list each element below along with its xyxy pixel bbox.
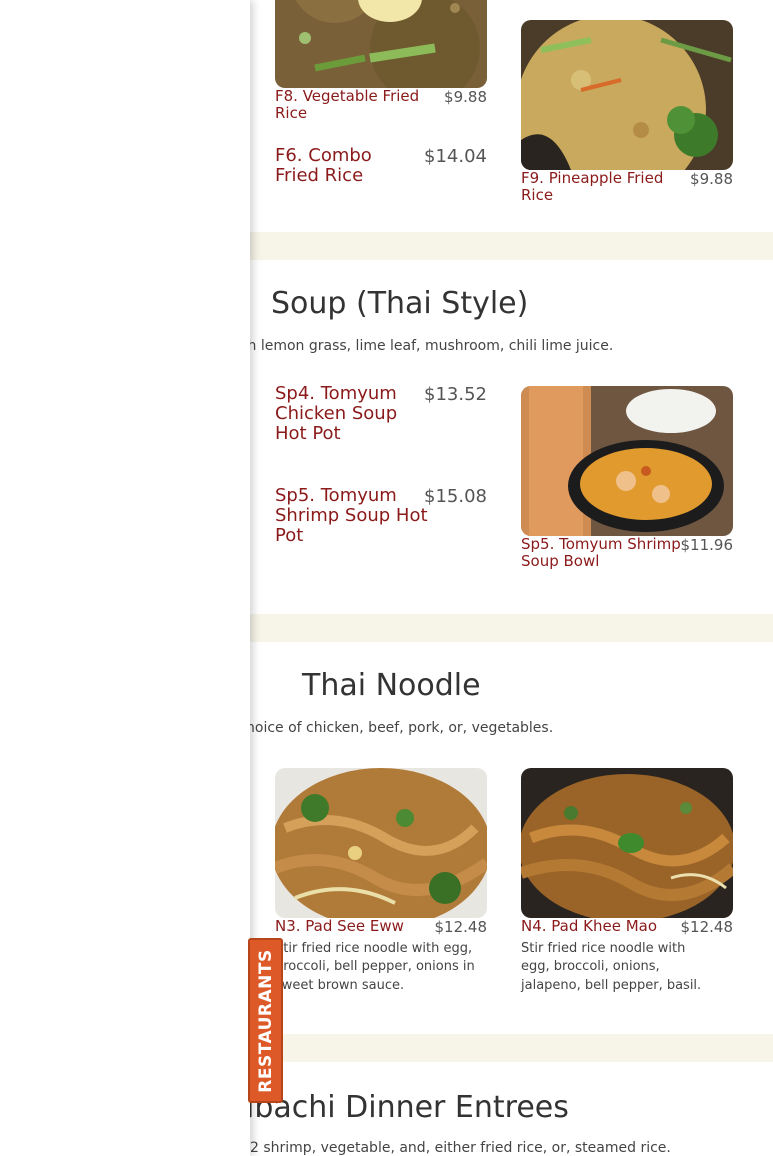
menu-item-price: $14.04 [424,146,487,167]
menu-item-name[interactable]: Sp5. Tomyum Shrimp Soup Hot Pot [275,486,430,546]
section-divider [250,1034,773,1062]
section-description: th lemon grass, lime leaf, mushroom, chi… [250,338,614,354]
menu-item-vegetable-fried-rice[interactable]: F8. Vegetable Fried Rice $9.88 [275,0,487,122]
menu-item-pineapple-fried-rice[interactable]: F9. Pineapple Fried Rice $9.88 [521,20,733,204]
soup-section: Soup (Thai Style) th lemon grass, lime l… [250,260,773,614]
menu-item-price: $9.88 [690,170,733,188]
thai-noodle-section: Thai Noodle hoice of chicken, beef, pork… [250,642,773,1034]
menu-item-pad-see-eww[interactable]: N3. Pad See Eww $12.48 Stir fried rice n… [275,768,487,1008]
menu-item-tomyum-shrimp-hot-pot[interactable]: Sp5. Tomyum Shrimp Soup Hot Pot $15.08 [275,486,487,556]
menu-item-combo-fried-rice[interactable]: F6. Combo Fried Rice $14.04 [275,146,487,196]
section-title: Soup (Thai Style) [271,286,529,321]
menu-item-name[interactable]: N3. Pad See Eww [275,917,435,935]
fried-rice-section: F8. Vegetable Fried Rice $9.88 F9. Pinea… [250,0,773,232]
menu-item-name[interactable]: F8. Vegetable Fried Rice [275,87,445,123]
menu-item-price: $15.08 [424,486,487,507]
section-title: Thai Noodle [302,668,481,703]
section-divider [250,614,773,642]
vegetable-fried-rice-photo[interactable] [275,0,487,88]
menu-item-price: $9.88 [444,88,487,106]
tomyum-shrimp-bowl-photo[interactable] [521,386,733,536]
hibachi-section: ibachi Dinner Entrees 2 shrimp, vegetabl… [250,1062,773,1156]
menu-item-name[interactable]: F6. Combo Fried Rice [275,146,420,186]
section-description: hoice of chicken, beef, pork, or, vegeta… [250,720,554,736]
menu-item-tomyum-shrimp-bowl[interactable]: Sp5. Tomyum Shrimp Soup Bowl $11.96 [521,386,733,576]
section-title: ibachi Dinner Entrees [250,1090,569,1125]
menu-item-description: Stir fried rice noodle with egg, broccol… [275,941,475,993]
pad-see-eww-photo[interactable] [275,768,487,918]
menu-item-description: Stir fried rice noodle with egg, broccol… [521,941,702,993]
menu-item-pad-khee-mao[interactable]: N4. Pad Khee Mao $12.48 Stir fried rice … [521,768,733,1008]
menu-item-name[interactable]: Sp5. Tomyum Shrimp Soup Bowl [521,535,681,571]
menu-item-price: $12.48 [680,918,734,936]
section-divider [250,232,773,260]
menu-item-price: $11.96 [680,536,734,554]
section-description: 2 shrimp, vegetable, and, either fried r… [250,1140,671,1156]
menu-item-tomyum-chicken-hot-pot[interactable]: Sp4. Tomyum Chicken Soup Hot Pot $13.52 [275,384,487,454]
pineapple-fried-rice-photo[interactable] [521,20,733,170]
pad-khee-mao-photo[interactable] [521,768,733,918]
restaurants-tab-label: RESTAURANTS [255,948,276,1093]
menu-item-name[interactable]: N4. Pad Khee Mao [521,917,681,935]
menu-item-name[interactable]: Sp4. Tomyum Chicken Soup Hot Pot [275,384,430,444]
menu-item-price: $12.48 [434,918,488,936]
sidebar-panel [0,0,250,1156]
menu-item-name[interactable]: F9. Pineapple Fried Rice [521,169,691,205]
menu-item-price: $13.52 [424,384,487,405]
restaurants-tab[interactable]: RESTAURANTS [248,938,283,1103]
